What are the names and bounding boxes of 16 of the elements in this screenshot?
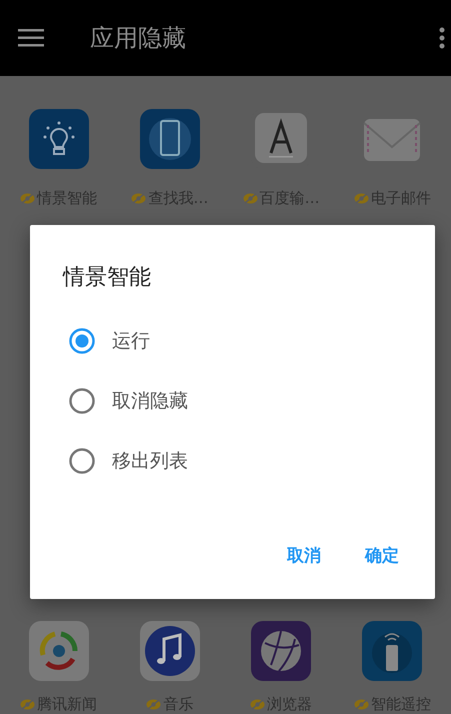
option-label[interactable]: 移出列表 [112,448,188,474]
more-icon[interactable] [439,26,445,49]
bulb-app-icon[interactable] [28,108,89,169]
dialog-title: 情景智能 [63,264,152,292]
music-app-icon[interactable] [140,621,200,681]
browser-app-icon[interactable] [251,621,312,681]
news-app-icon[interactable] [28,621,89,681]
option-label[interactable]: 运行 [112,328,150,354]
screen-title: 应用隐藏 [90,22,187,54]
remote-app-icon[interactable] [362,621,422,681]
option-label[interactable]: 取消隐藏 [112,388,188,414]
radio-button[interactable] [69,388,95,414]
menu-icon[interactable] [18,28,44,47]
radio-button[interactable] [69,328,95,354]
phone-app-icon[interactable] [140,108,200,169]
radio-button[interactable] [69,448,95,474]
